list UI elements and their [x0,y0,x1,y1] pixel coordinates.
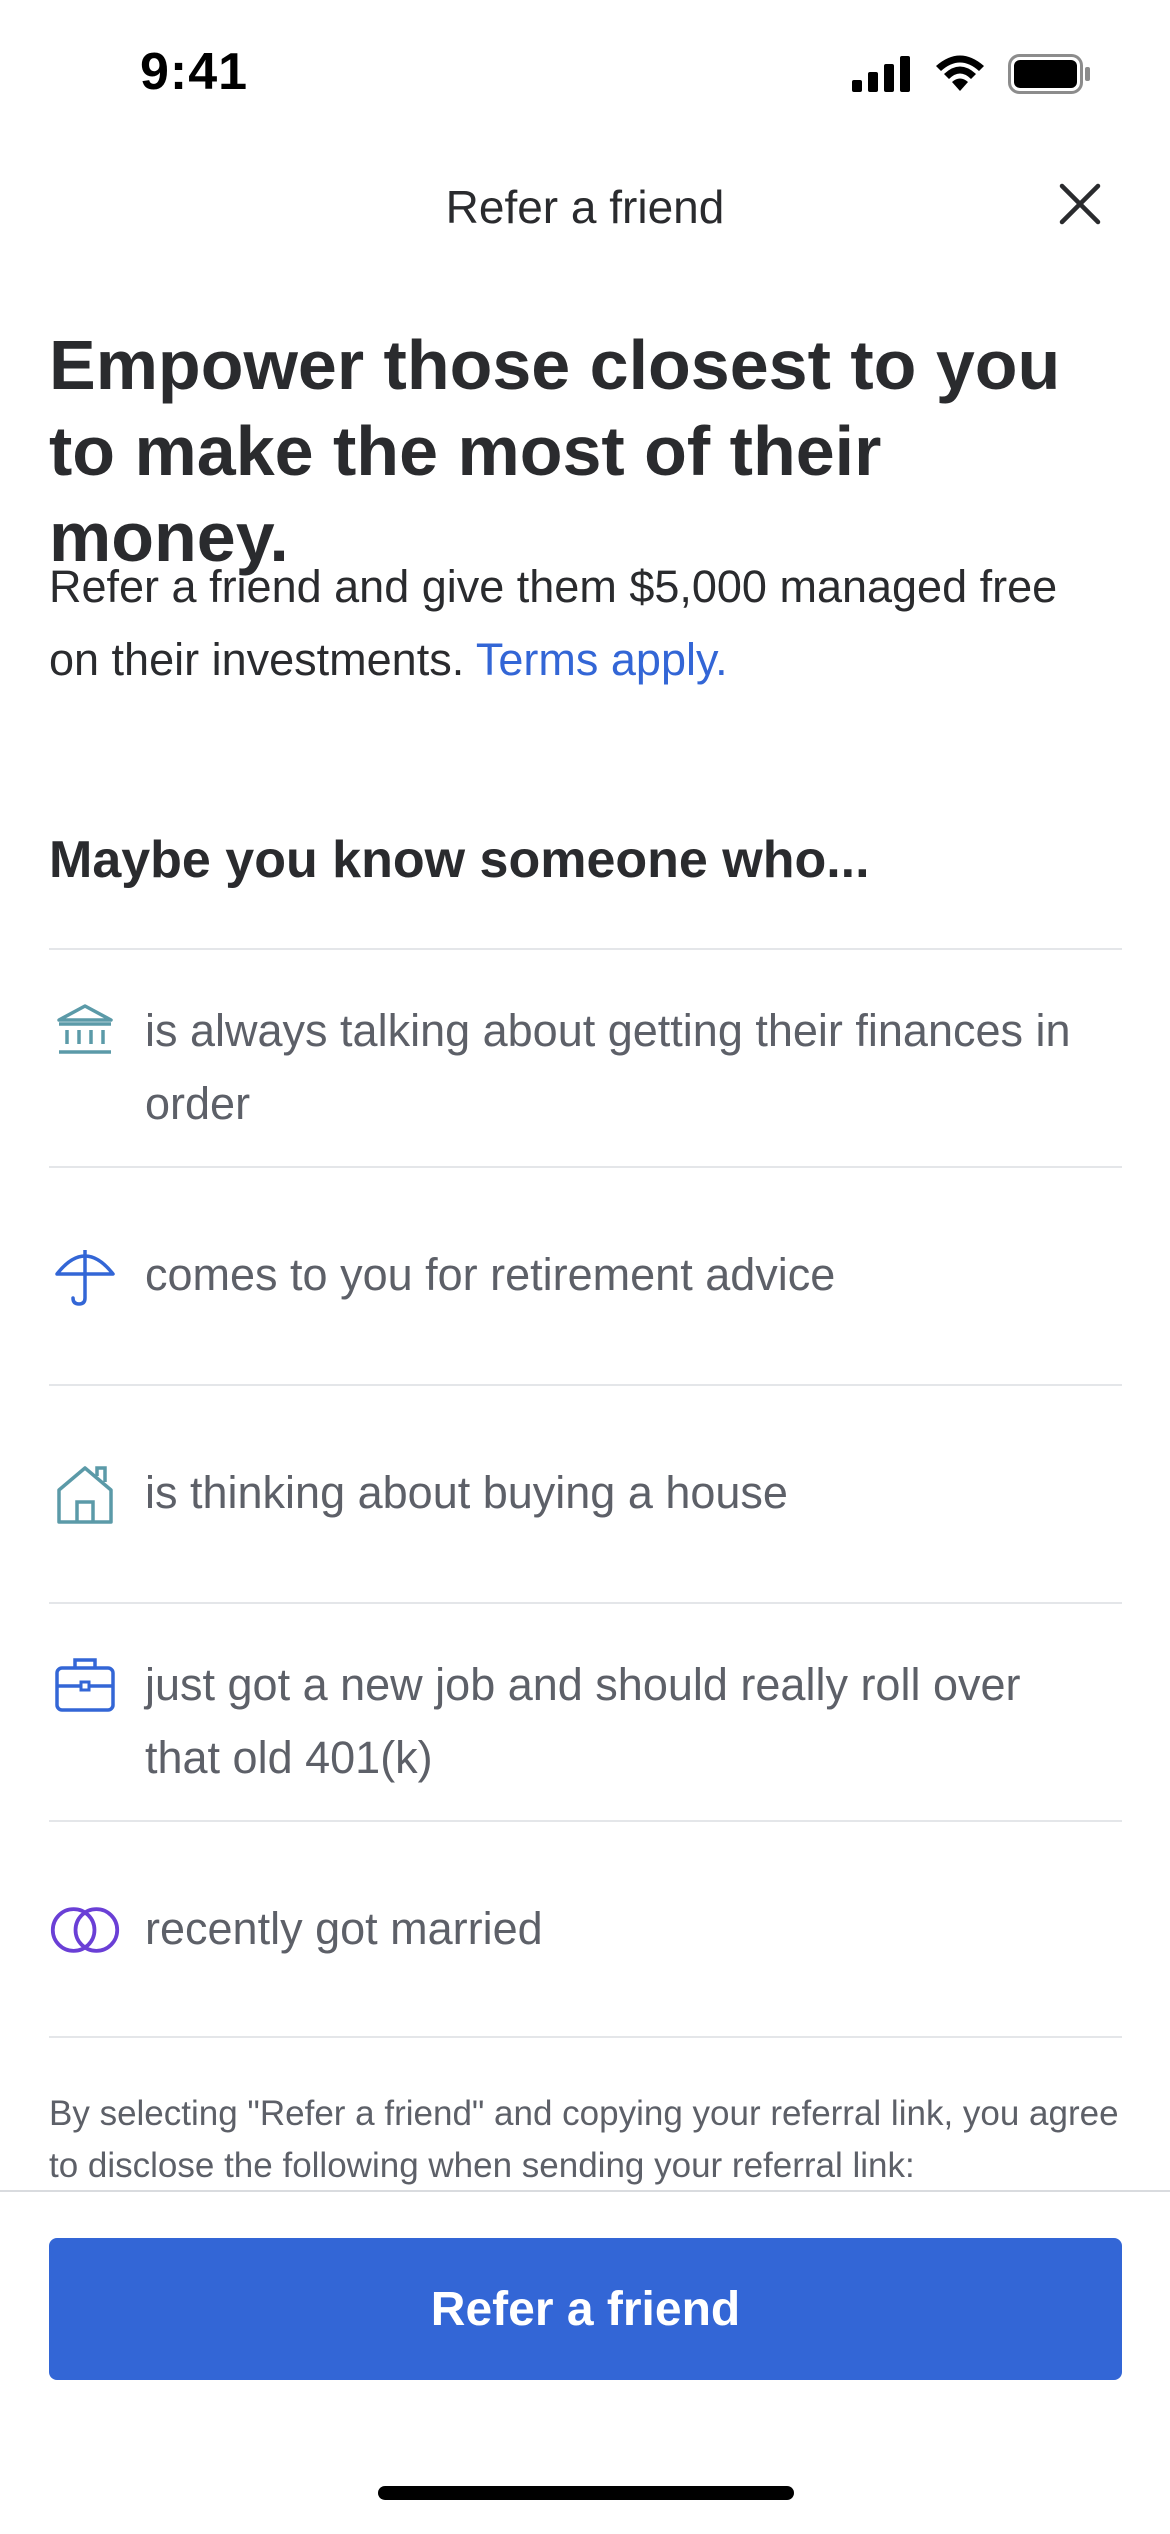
briefcase-icon [49,1648,121,1720]
list-item: comes to you for retirement advice [49,1166,1122,1384]
close-icon [1058,182,1102,231]
hero-title: Empower those closest to you to make the… [49,326,1061,576]
reason-text: recently got married [145,1903,543,1954]
rings-icon [49,1894,121,1966]
house-icon [49,1458,121,1530]
terms-link[interactable]: Terms apply. [476,634,728,685]
section-title: Maybe you know someone who... [49,831,870,889]
reason-text: is always talking about getting their fi… [145,1005,1071,1129]
status-bar: 9:41 [0,0,1170,150]
disclosure-container: By selecting "Refer a friend" and copyin… [49,2088,1122,2190]
list-item: is thinking about buying a house [49,1384,1122,1602]
wifi-icon [934,55,986,98]
refer-a-friend-button[interactable]: Refer a friend [49,2238,1122,2380]
status-icons [852,54,1092,99]
reason-text: just got a new job and should really rol… [145,1659,1021,1783]
battery-icon [1008,54,1092,99]
list-item: just got a new job and should really rol… [49,1602,1122,1820]
page-title: Refer a friend [445,181,725,233]
bank-icon [49,994,121,1066]
hero-body: Refer a friend and give them $5,000 mana… [49,550,1109,696]
close-button[interactable] [1052,178,1108,234]
reason-list: is always talking about getting their fi… [49,948,1122,2038]
reason-text: is thinking about buying a house [145,1467,788,1518]
bottom-bar: Refer a friend [0,2190,1170,2534]
umbrella-icon [49,1240,121,1312]
home-indicator [378,2486,794,2500]
disclosure-text: By selecting "Refer a friend" and copyin… [49,2094,1119,2185]
cellular-signal-icon [852,56,912,97]
list-item: recently got married [49,1820,1122,2038]
reason-text: comes to you for retirement advice [145,1249,836,1300]
status-time: 9:41 [140,43,249,101]
list-item: is always talking about getting their fi… [49,948,1122,1166]
